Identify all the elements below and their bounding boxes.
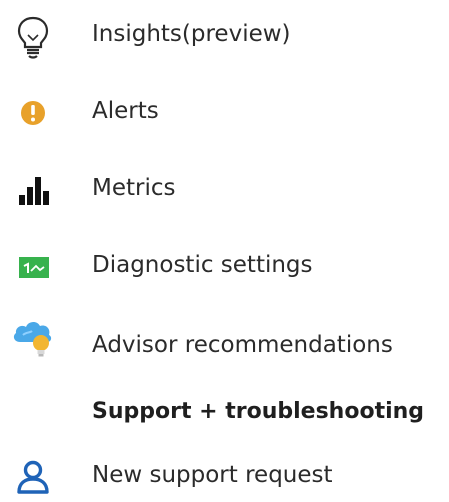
menu-item-label: Metrics bbox=[92, 175, 176, 201]
bar-chart-icon bbox=[19, 177, 49, 205]
menu-item-new-support-request[interactable]: New support request bbox=[0, 448, 449, 502]
menu-item-diagnostic-settings[interactable]: Diagnostic settings bbox=[0, 238, 449, 294]
menu-item-alerts[interactable]: Alerts bbox=[0, 84, 449, 140]
menu-item-label: Alerts bbox=[92, 98, 159, 124]
alert-icon bbox=[21, 101, 45, 125]
menu-item-advisor-recommendations[interactable]: Advisor recommendations bbox=[0, 318, 449, 374]
menu-item-label: New support request bbox=[92, 462, 333, 488]
menu-item-label: Diagnostic settings bbox=[92, 252, 313, 278]
menu-item-label: Insights(preview) bbox=[92, 21, 291, 47]
person-icon bbox=[17, 460, 49, 494]
menu-item-label: Advisor recommendations bbox=[92, 332, 393, 358]
menu-item-insights[interactable]: Insights(preview) bbox=[0, 7, 449, 63]
lightbulb-outline-icon bbox=[17, 16, 49, 59]
menu-item-metrics[interactable]: Metrics bbox=[0, 161, 449, 217]
diagnostic-settings-icon bbox=[19, 257, 49, 278]
resource-menu: Insights(preview) Alerts Metrics Diagnos… bbox=[0, 0, 449, 502]
section-header-support-troubleshooting: Support + troubleshooting bbox=[92, 399, 425, 424]
cloud-lightbulb-icon bbox=[13, 321, 52, 357]
